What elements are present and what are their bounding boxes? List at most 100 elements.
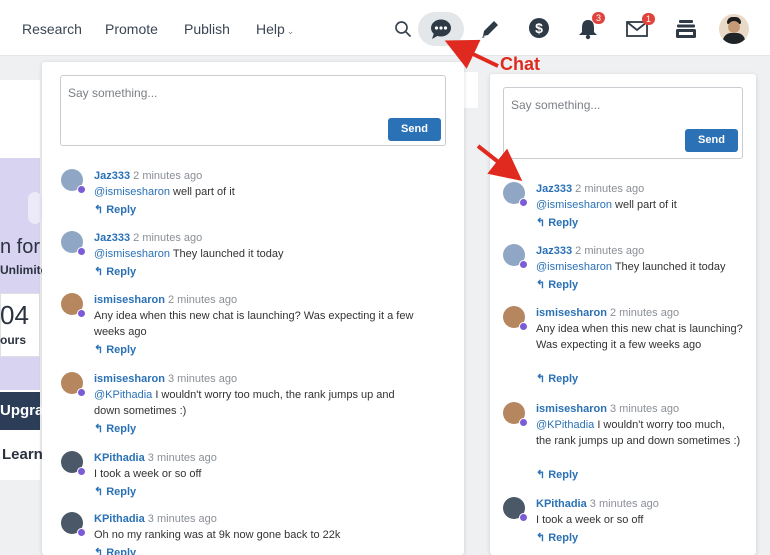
heart-badge-icon [77,467,86,476]
send-button[interactable]: Send [388,118,441,141]
heart-badge-icon [519,198,528,207]
message-time: 3 minutes ago [589,498,659,510]
message-text: Oh no my ranking was at 9k now gone back… [94,527,421,543]
reply-label: Reply [106,423,137,435]
reply-arrow-icon: ↰ [94,423,104,435]
mention-link[interactable]: @ismisesharon [94,186,170,198]
reply-arrow-icon: ↰ [94,204,104,216]
reply-arrow-icon: ↰ [94,547,104,555]
username-link[interactable]: Jaz333 [536,183,572,195]
reply-arrow-icon: ↰ [94,266,104,278]
bg-counter-number: 04 [0,300,29,330]
reply-button[interactable]: ↰ Reply [94,202,136,218]
user-avatar[interactable] [719,14,749,44]
reply-button[interactable]: ↰ Reply [94,484,136,500]
reply-arrow-icon: ↰ [94,486,104,498]
heart-badge-icon [77,528,86,537]
username-link[interactable]: Jaz333 [94,232,130,244]
message-text: @ismisesharon They launched it today [536,259,743,275]
chat-input-placeholder: Say something... [511,98,601,112]
username-link[interactable]: KPithadia [94,452,145,464]
stack-icon[interactable] [675,19,697,39]
pencil-icon[interactable] [479,18,501,40]
reply-label: Reply [548,217,579,229]
username-link[interactable]: ismisesharon [536,403,607,415]
message-text: @ismisesharon well part of it [94,184,421,200]
message-header: ismisesharon 2 minutes ago [536,305,679,321]
reply-button[interactable]: ↰ Reply [536,215,578,231]
chat-input-placeholder: Say something... [68,86,158,100]
heart-badge-icon [519,260,528,269]
reply-label: Reply [106,266,137,278]
reply-button[interactable]: ↰ Reply [536,371,578,387]
mention-link[interactable]: @KPithadia [94,389,152,401]
bg-card-right [464,72,478,108]
bg-upgrade-text: Upgra [0,402,44,419]
top-nav: Research Promote Publish Help ⌄ $ 3 1 [0,0,770,56]
bg-text-unlimited: Unlimite [0,263,48,277]
message-text: @KPithadia I wouldn't worry too much, th… [94,387,421,419]
dollar-icon[interactable]: $ [528,17,550,39]
message-time: 3 minutes ago [147,452,217,464]
username-link[interactable]: KPithadia [536,498,587,510]
message-text: @ismisesharon well part of it [536,197,743,213]
heart-badge-icon [519,513,528,522]
reply-button[interactable]: ↰ Reply [94,342,136,358]
avatar-body [723,33,745,44]
username-link[interactable]: ismisesharon [536,307,607,319]
message-time: 3 minutes ago [147,513,217,525]
message-text: I took a week or so off [94,466,421,482]
heart-badge-icon [519,418,528,427]
username-link[interactable]: Jaz333 [536,245,572,257]
nav-help[interactable]: Help ⌄ [256,21,294,37]
username-link[interactable]: KPithadia [94,513,145,525]
mention-link[interactable]: @KPithadia [536,419,594,431]
message-body: Any idea when this new chat is launching… [536,323,743,351]
message-time: 2 minutes ago [133,170,203,182]
nav-promote[interactable]: Promote [105,21,158,37]
message-header: ismisesharon 2 minutes ago [94,292,237,308]
reply-arrow-icon: ↰ [536,217,546,229]
username-link[interactable]: ismisesharon [94,373,165,385]
chat-panel-right: Say something... Send Jaz333 2 minutes a… [490,74,756,555]
bg-learn-text: Learn [2,446,43,463]
message-time: 2 minutes ago [609,307,680,319]
message-time: 2 minutes ago [133,232,203,244]
reply-arrow-icon: ↰ [536,469,546,481]
reply-button[interactable]: ↰ Reply [94,264,136,280]
nav-research[interactable]: Research [22,21,82,37]
message-header: Jaz333 2 minutes ago [536,243,644,259]
reply-button[interactable]: ↰ Reply [536,467,578,483]
chevron-down-icon: ⌄ [286,26,295,36]
reply-button[interactable]: ↰ Reply [94,545,136,555]
message-text: @KPithadia I wouldn't worry too much, th… [536,417,743,449]
search-icon[interactable] [394,20,412,38]
reply-button[interactable]: ↰ Reply [94,421,136,437]
reply-button[interactable]: ↰ Reply [536,530,578,546]
annotation-chat-label: Chat [500,54,540,74]
message-time: 2 minutes ago [167,294,238,306]
username-link[interactable]: ismisesharon [94,294,165,306]
chat-composer[interactable]: Say something... Send [60,75,446,146]
nav-publish[interactable]: Publish [184,21,230,37]
svg-text:$: $ [535,20,543,36]
message-header: KPithadia 3 minutes ago [94,511,217,527]
mention-link[interactable]: @ismisesharon [94,248,170,260]
message-text: @ismisesharon They launched it today [94,246,421,262]
message-body: I took a week or so off [94,468,202,480]
chat-composer[interactable]: Say something... Send [503,87,743,159]
message-body: well part of it [169,186,235,198]
message-body: They launched it today [611,261,726,273]
mention-link[interactable]: @ismisesharon [536,261,612,273]
username-link[interactable]: Jaz333 [94,170,130,182]
heart-badge-icon [77,247,86,256]
message-header: Jaz333 2 minutes ago [94,168,202,184]
reply-label: Reply [548,532,579,544]
message-header: KPithadia 3 minutes ago [536,496,659,512]
mention-link[interactable]: @ismisesharon [536,199,612,211]
chat-button[interactable] [418,12,464,46]
reply-label: Reply [548,279,579,291]
send-button[interactable]: Send [685,129,738,152]
reply-arrow-icon: ↰ [536,279,546,291]
reply-button[interactable]: ↰ Reply [536,277,578,293]
